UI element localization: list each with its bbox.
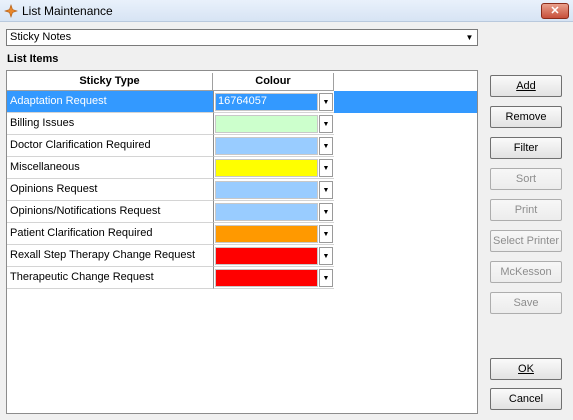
sticky-type-cell[interactable]: Doctor Clarification Required [7,135,213,157]
ok-button-label: OK [518,363,534,375]
filter-button-label: Filter [513,142,539,154]
list-items-label: List Items [7,53,59,65]
select-printer-button[interactable]: Select Printer [490,230,562,252]
sticky-type-cell[interactable]: Billing Issues [7,113,213,135]
filter-button[interactable]: Filter [490,137,562,159]
save-button-label: Save [513,297,539,309]
table-row[interactable]: Billing Issues ▼ [7,113,477,135]
sticky-type-cell[interactable]: Opinions Request [7,179,213,201]
window-title: List Maintenance [22,4,113,18]
colour-swatch [215,203,318,221]
table-row[interactable]: Patient Clarification Required ▼ [7,223,477,245]
chevron-down-icon[interactable]: ▼ [319,225,333,243]
remove-button-label: Remove [505,111,547,123]
chevron-down-icon[interactable]: ▼ [319,115,333,133]
sticky-type-cell[interactable]: Patient Clarification Required [7,223,213,245]
ok-button[interactable]: OK [490,358,562,380]
sticky-type-cell[interactable]: Adaptation Request [7,91,213,113]
colour-cell[interactable]: ▼ [213,267,334,289]
table-row[interactable]: Rexall Step Therapy Change Request ▼ [7,245,477,267]
colour-swatch [215,181,318,199]
colour-swatch [215,225,318,243]
app-icon [4,4,18,18]
chevron-down-icon[interactable]: ▼ [319,269,333,287]
colour-swatch [215,247,318,265]
table-row[interactable]: Opinions Request ▼ [7,179,477,201]
grid-header: Sticky Type Colour [7,73,477,91]
colour-value: 16764057 [218,95,267,107]
colour-cell[interactable]: ▼ [213,201,334,223]
cancel-button[interactable]: Cancel [490,388,562,410]
chevron-down-icon[interactable]: ▼ [319,203,333,221]
add-button[interactable]: Add [490,75,562,97]
selection-highlight [334,91,477,113]
list-selector-value: Sticky Notes [10,31,72,43]
sticky-type-cell[interactable]: Miscellaneous [7,157,213,179]
sticky-type-cell[interactable]: Therapeutic Change Request [7,267,213,289]
table-row[interactable]: Opinions/Notifications Request ▼ [7,201,477,223]
chevron-down-icon[interactable]: ▼ [319,137,333,155]
sort-button-label: Sort [515,173,537,185]
colour-swatch [215,115,318,133]
table-row[interactable]: Miscellaneous ▼ [7,157,477,179]
chevron-down-icon[interactable]: ▼ [319,159,333,177]
column-header-sticky-type[interactable]: Sticky Type [7,73,213,91]
title-bar: List Maintenance ✕ [0,0,573,22]
print-button[interactable]: Print [490,199,562,221]
colour-swatch [215,269,318,287]
column-header-colour[interactable]: Colour [213,73,334,91]
table-row[interactable]: Therapeutic Change Request ▼ [7,267,477,289]
list-selector[interactable]: Sticky Notes ▼ [6,29,478,46]
mckesson-button[interactable]: McKesson [490,261,562,283]
colour-swatch [215,159,318,177]
mckesson-button-label: McKesson [500,266,552,278]
table-row[interactable]: Adaptation Request 16764057 ▼ [7,91,477,113]
colour-cell[interactable]: ▼ [213,157,334,179]
colour-cell[interactable]: ▼ [213,113,334,135]
remove-button[interactable]: Remove [490,106,562,128]
save-button[interactable]: Save [490,292,562,314]
chevron-down-icon[interactable]: ▼ [463,31,476,44]
chevron-down-icon[interactable]: ▼ [319,93,333,111]
chevron-down-icon[interactable]: ▼ [319,247,333,265]
select-printer-button-label: Select Printer [492,235,560,247]
colour-cell[interactable]: 16764057 ▼ [213,91,334,113]
colour-swatch: 16764057 [215,93,318,111]
colour-cell[interactable]: ▼ [213,135,334,157]
sticky-type-cell[interactable]: Opinions/Notifications Request [7,201,213,223]
colour-cell[interactable]: ▼ [213,223,334,245]
cancel-button-label: Cancel [508,393,544,405]
table-row[interactable]: Doctor Clarification Required ▼ [7,135,477,157]
colour-swatch [215,137,318,155]
list-items-grid[interactable]: Sticky Type Colour Adaptation Request 167… [6,70,478,414]
sticky-type-cell[interactable]: Rexall Step Therapy Change Request [7,245,213,267]
add-button-label: Add [516,80,536,92]
close-button[interactable]: ✕ [541,3,569,19]
chevron-down-icon[interactable]: ▼ [319,181,333,199]
colour-cell[interactable]: ▼ [213,245,334,267]
colour-cell[interactable]: ▼ [213,179,334,201]
sort-button[interactable]: Sort [490,168,562,190]
print-button-label: Print [514,204,538,216]
